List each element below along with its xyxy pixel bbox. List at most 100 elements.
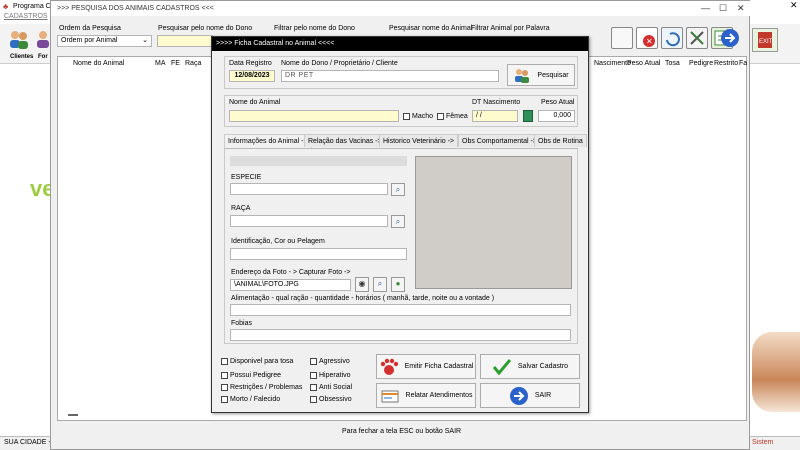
feeding-label: Alimentação - qual ração - quantidade - … xyxy=(231,295,495,302)
save-button[interactable]: Salvar Cadastro xyxy=(480,354,580,379)
exit-label: SAIR xyxy=(534,392,552,399)
macho-box xyxy=(403,113,410,120)
weight-label: Peso Atual xyxy=(541,99,575,106)
emit-ficha-button[interactable]: Emitir Ficha Cadastral xyxy=(376,354,476,379)
owner-field[interactable]: DR PET xyxy=(281,70,499,82)
camera-icon[interactable]: ◉ xyxy=(355,277,369,292)
raca-label: RAÇA xyxy=(231,205,251,212)
minimize-icon[interactable]: — xyxy=(701,3,710,13)
status-system: Sistem xyxy=(752,439,774,446)
possui-pedigree-box xyxy=(221,372,228,379)
report-attendance-label: Relatar Atendimentos xyxy=(405,392,473,399)
maximize-icon[interactable]: ☐ xyxy=(719,3,727,14)
col-pedigre: Pedigre xyxy=(689,60,714,67)
exit-app-button[interactable]: EXIT xyxy=(752,28,778,52)
grid-scroll-handle[interactable] xyxy=(68,414,78,416)
tab-comportamental[interactable]: Obs Comportamental -> xyxy=(458,134,541,147)
next-arrow-icon[interactable] xyxy=(719,27,741,49)
tab-content-informacoes: ESPECIE ⌕ RAÇA ⌕ Identificação, Cor ou P… xyxy=(224,148,578,344)
tab-historico[interactable]: Historico Veterinário -> xyxy=(379,134,459,147)
filter-keyword-label: Filtrar Animal por Palavra xyxy=(471,25,550,32)
search-window-title: >>> PESQUISA DOS ANIMAIS CADASTROS <<< xyxy=(51,1,751,16)
fobias-field[interactable] xyxy=(230,329,571,341)
animal-frame: Nome do Animal Macho Fêmea DT Nascimento… xyxy=(224,95,578,127)
agressivo-checkbox[interactable]: Agressivo xyxy=(310,358,350,365)
close-icon[interactable]: ✕ xyxy=(737,3,745,14)
feeding-field[interactable] xyxy=(230,304,571,316)
refresh-icon-glyph xyxy=(666,32,680,47)
restricoes-label: Restrições / Problemas xyxy=(230,384,303,391)
tools-icon[interactable] xyxy=(686,27,708,49)
status-city: SUA CIDADE - xyxy=(4,439,51,446)
disponivel-tosa-checkbox[interactable]: Disponivel para tosa xyxy=(221,358,293,365)
animal-name-field[interactable] xyxy=(229,110,399,122)
clientes-label: Clientes xyxy=(10,54,34,60)
photo-search-icon[interactable]: ⌕ xyxy=(373,277,387,292)
tab-strip: Informações do Animal -> Relação das Vac… xyxy=(224,134,587,148)
especie-label: ESPECIE xyxy=(231,174,262,181)
chevron-down-icon: ⌄ xyxy=(142,37,148,44)
order-select-value: Ordem por Animal xyxy=(61,37,118,44)
obsessivo-checkbox[interactable]: Obsessivo xyxy=(310,396,352,403)
animal-name-label: Nome do Animal xyxy=(229,99,281,106)
tab-rotina[interactable]: Obs de Rotina xyxy=(534,134,587,147)
col-nome-animal: Nome do Animal xyxy=(73,60,125,67)
col-peso-atual: Peso Atual xyxy=(627,60,661,67)
photo-load-icon[interactable]: ● xyxy=(391,277,405,292)
calendar-icon[interactable] xyxy=(523,110,533,122)
morto-checkbox[interactable]: Morto / Falecido xyxy=(221,396,280,403)
footer-hint: Para fechar a tela ESC ou botão SAIR xyxy=(342,428,462,435)
refresh-icon[interactable] xyxy=(661,27,683,49)
anti-social-checkbox[interactable]: Anti Social xyxy=(310,384,352,391)
raca-search-icon[interactable]: ⌕ xyxy=(391,215,405,228)
clientes-button[interactable] xyxy=(8,28,30,50)
search-owner-input[interactable] xyxy=(157,35,213,47)
birth-field[interactable]: / / xyxy=(472,110,518,122)
tab-informacoes[interactable]: Informações do Animal -> xyxy=(224,134,312,148)
photo-path-field[interactable]: \ANIMAL\FOTO.JPG xyxy=(230,279,351,291)
svg-text:✕: ✕ xyxy=(646,37,653,46)
ident-field[interactable] xyxy=(230,248,407,260)
main-close-icon[interactable]: ✕ xyxy=(790,0,798,11)
person-icon xyxy=(37,31,49,48)
hiperativo-box xyxy=(310,372,317,379)
possui-pedigree-checkbox[interactable]: Possui Pedigree xyxy=(221,372,281,379)
raca-field[interactable] xyxy=(230,215,388,227)
order-label: Ordem da Pesquisa xyxy=(59,25,121,32)
next-arrow-icon-glyph xyxy=(721,29,739,47)
exit-button[interactable]: SAIR xyxy=(480,383,580,408)
search-owner-button[interactable]: Pesquisar xyxy=(507,64,575,86)
morto-box xyxy=(221,396,228,403)
agressivo-box xyxy=(310,358,317,365)
ident-label: Identificação, Cor ou Pelagem xyxy=(231,238,325,245)
search-owner-button-label: Pesquisar xyxy=(537,71,569,79)
fobias-label: Fobias xyxy=(231,320,253,327)
hiperativo-checkbox[interactable]: Hiperativo xyxy=(310,372,351,379)
photo-path-label: Endereço da Foto - > Capturar Foto -> xyxy=(231,269,351,276)
date-label: Data Registro xyxy=(229,60,272,67)
especie-field[interactable] xyxy=(230,183,388,195)
macho-checkbox[interactable]: Macho xyxy=(403,113,433,120)
col-tosa: Tosa xyxy=(665,60,680,67)
femea-box xyxy=(437,113,444,120)
femea-checkbox[interactable]: Fêmea xyxy=(437,113,468,120)
tools-icon-glyph xyxy=(690,31,704,45)
order-select[interactable]: Ordem por Animal ⌄ xyxy=(57,35,152,47)
tab-vacinas[interactable]: Relação das Vacinas -> xyxy=(304,134,386,147)
disponivel-tosa-box xyxy=(221,358,228,365)
people-icon xyxy=(10,31,28,49)
delete-icon[interactable]: ✕ xyxy=(636,27,658,49)
especie-search-icon[interactable]: ⌕ xyxy=(391,183,405,196)
pet-photo-decoration xyxy=(752,332,800,412)
weight-field[interactable]: 0,000 xyxy=(538,110,575,122)
fornecedores-button[interactable] xyxy=(36,28,50,50)
date-field[interactable]: 12/08/2023 xyxy=(229,70,275,82)
photo-preview xyxy=(415,156,572,289)
restricoes-checkbox[interactable]: Restrições / Problemas xyxy=(221,384,302,391)
document-icon[interactable] xyxy=(611,27,633,49)
col-raca: Raça xyxy=(185,60,202,67)
search-owner-label: Pesquisar pelo nome do Dono xyxy=(158,25,253,32)
report-attendance-button[interactable]: Relatar Atendimentos xyxy=(376,383,476,408)
col-fe: FE xyxy=(171,60,180,67)
disponivel-tosa-label: Disponivel para tosa xyxy=(230,358,294,365)
